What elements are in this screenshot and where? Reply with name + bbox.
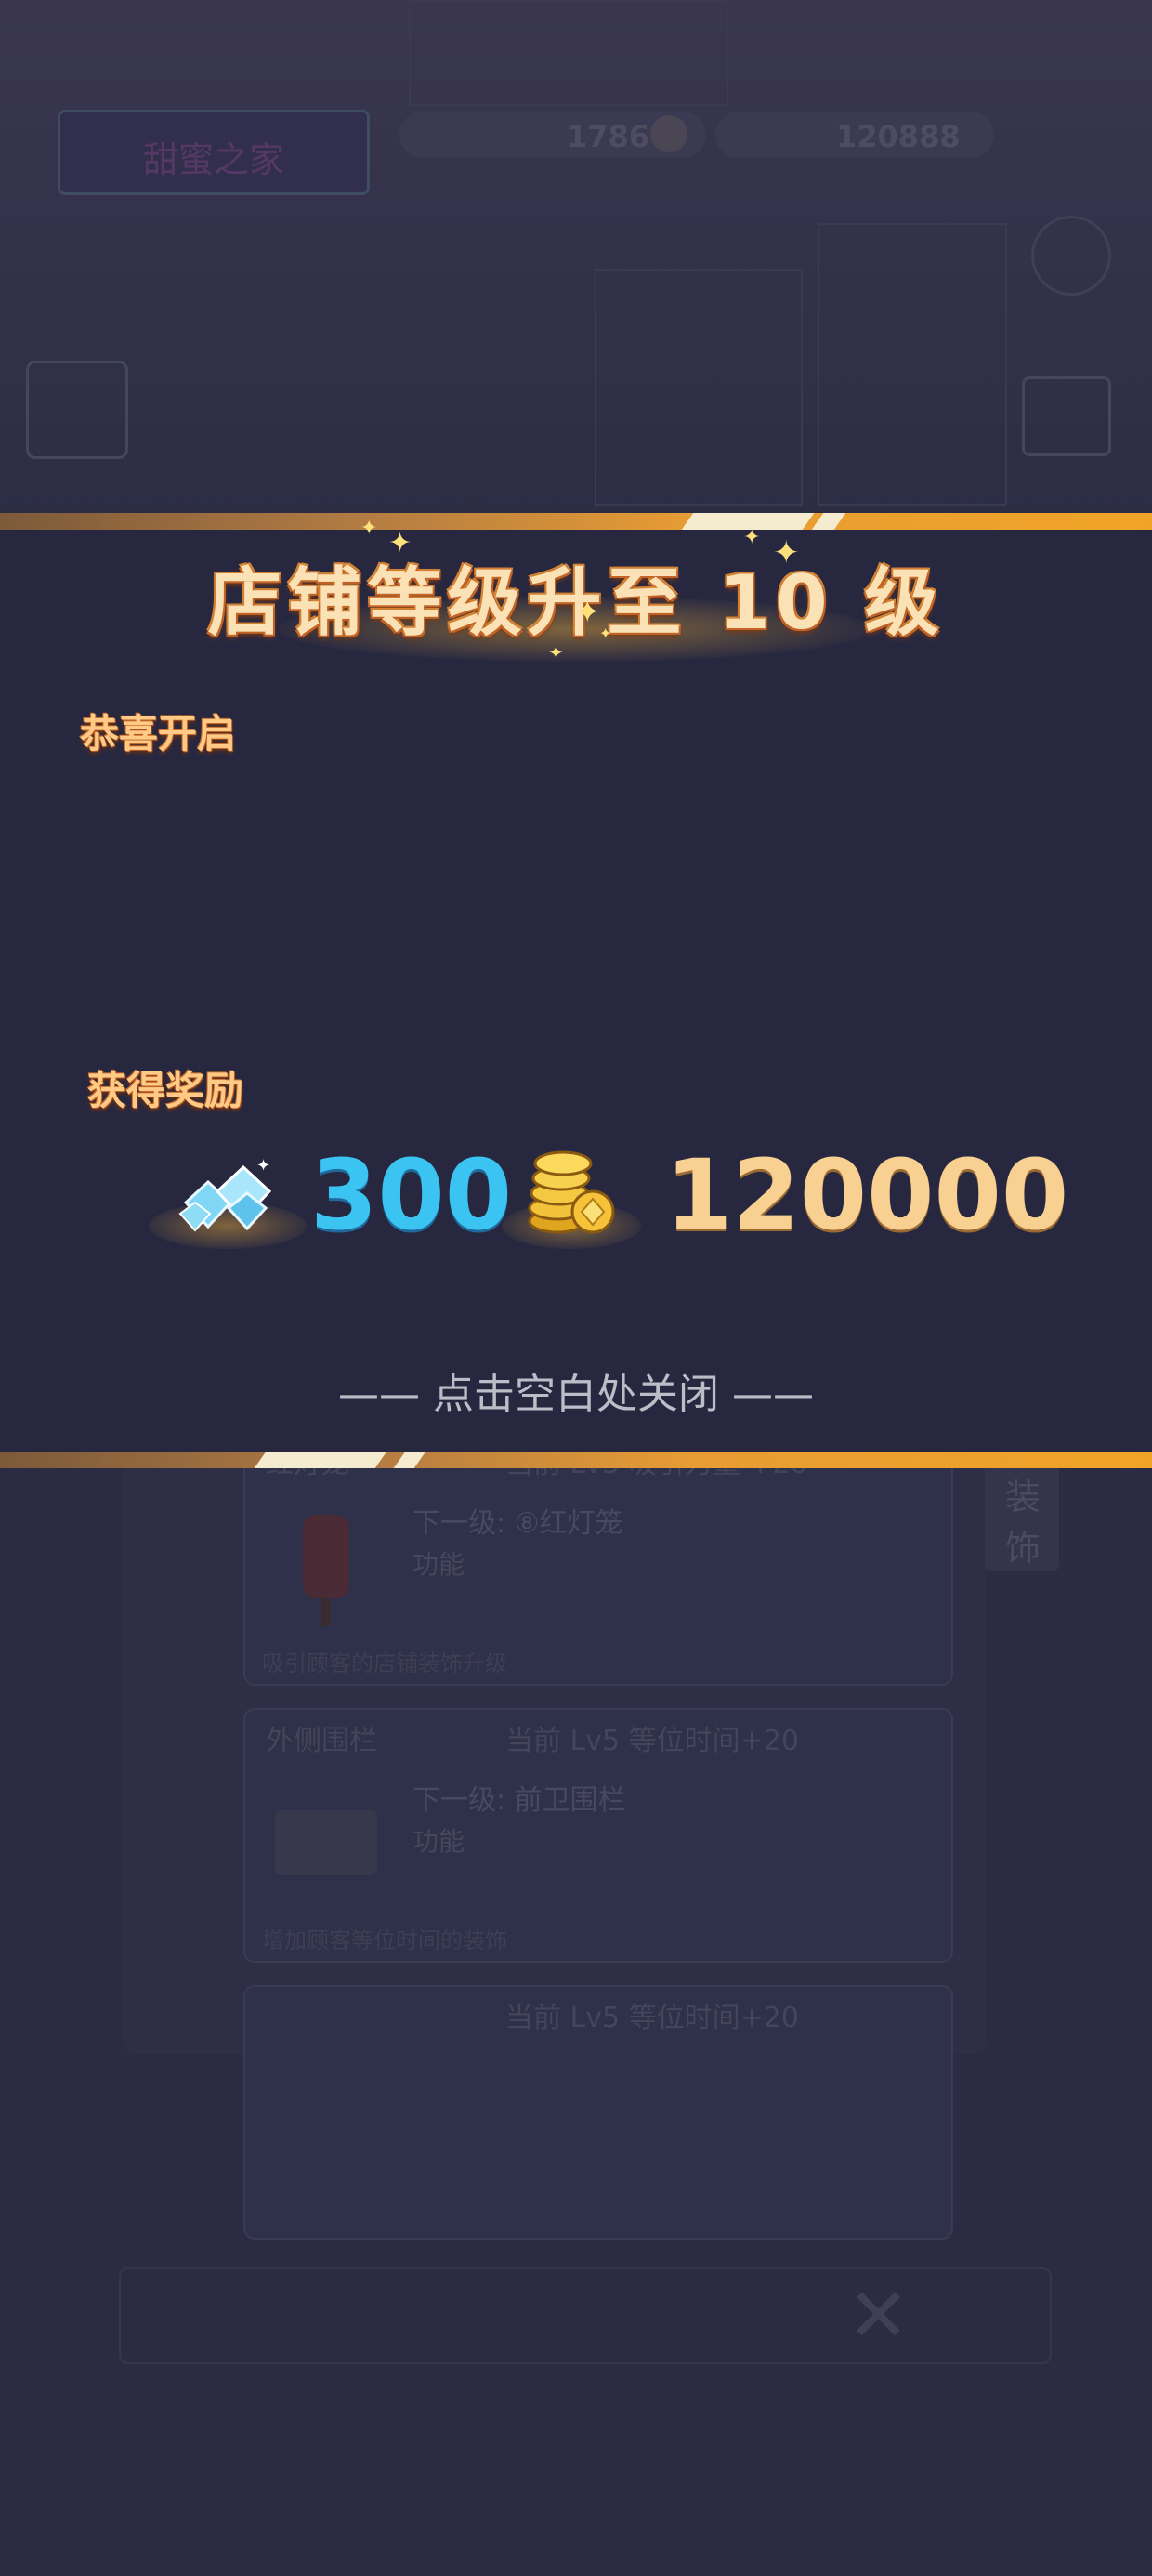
item-function: 功能: [412, 1549, 465, 1580]
bottom-bar: [119, 2267, 1052, 2364]
sparkle-icon: ✦: [773, 534, 800, 572]
tap-to-close-hint[interactable]: —— 点击空白处关闭 ——: [0, 1360, 1152, 1420]
gold-coin-stack-icon: [520, 1141, 624, 1242]
reward-label: 获得奖励: [87, 1068, 244, 1113]
diamond-icon: ✦: [177, 1154, 281, 1238]
banner-bottom-stripe: [0, 1452, 1152, 1468]
level-up-screen[interactable]: 甜蜜之家 1786 120888 红灯笼 当前 Lv5 吸引力量 +20 下一级…: [0, 0, 1152, 2576]
building-outline: [818, 223, 1007, 506]
item-current: 当前 Lv5 等位时间+20: [505, 2002, 799, 2034]
calendar-icon: [1022, 376, 1111, 456]
building-outline: [595, 269, 803, 506]
level-up-banner: 店铺等级升至 10 级 ✦ ✦ ✦ ✦ ✦ ✦ ✦ 恭喜开启 获得奖励 ✦ 30…: [0, 513, 1152, 1468]
list-item: 红灯笼 当前 Lv5 吸引力量 +20 下一级: ⑧红灯笼 功能 吸引顾客的店铺…: [243, 1431, 953, 1686]
banner-top-stripe: [0, 513, 1152, 530]
diamond-amount: 300: [310, 1138, 513, 1252]
currency-b-pill: 120888: [715, 112, 994, 158]
item-next: 下一级: 前卫围栏: [412, 1784, 626, 1817]
item-name: 外侧围栏: [266, 1725, 377, 1757]
unlock-label: 恭喜开启: [80, 711, 237, 756]
panel-close-icon: ✕: [847, 2272, 910, 2359]
item-next: 下一级: ⑧红灯笼: [412, 1507, 623, 1540]
shop-name-sign: 甜蜜之家: [58, 110, 370, 195]
item-function: 功能: [412, 1826, 465, 1857]
sparkle-icon: ✦: [599, 624, 612, 642]
list-item: 当前 Lv5 等位时间+20: [243, 1985, 953, 2240]
svg-text:✦: ✦: [256, 1156, 270, 1176]
shop-name: 甜蜜之家: [142, 139, 284, 180]
item-current: 当前 Lv5 等位时间+20: [505, 1725, 799, 1757]
item-note: 吸引顾客的店铺装饰升级: [262, 1650, 507, 1676]
coin-amount: 120000: [665, 1138, 1069, 1252]
list-item: 外侧围栏 当前 Lv5 等位时间+20 下一级: 前卫围栏 功能 增加顾客等位时…: [243, 1708, 953, 1963]
currency-a-value: 1786: [567, 119, 650, 154]
sparkle-icon: ✦: [548, 641, 564, 664]
sparkle-icon: ✦: [743, 526, 761, 549]
currency-b-value: 120888: [836, 119, 961, 154]
building-outline: [409, 0, 728, 106]
settings-gear-icon: [1031, 216, 1111, 296]
sparkle-icon: ✦: [360, 517, 378, 540]
fence-icon: [266, 1773, 386, 1912]
sparkle-icon: ✦: [574, 594, 601, 631]
currency-a-icon: [650, 115, 687, 152]
item-note: 增加顾客等位时间的装饰: [262, 1927, 507, 1953]
crown-icon: [26, 361, 128, 459]
sparkle-icon: ✦: [388, 527, 412, 559]
side-tab-label: 装饰: [1005, 1477, 1041, 1569]
red-lantern-icon: [266, 1496, 386, 1636]
